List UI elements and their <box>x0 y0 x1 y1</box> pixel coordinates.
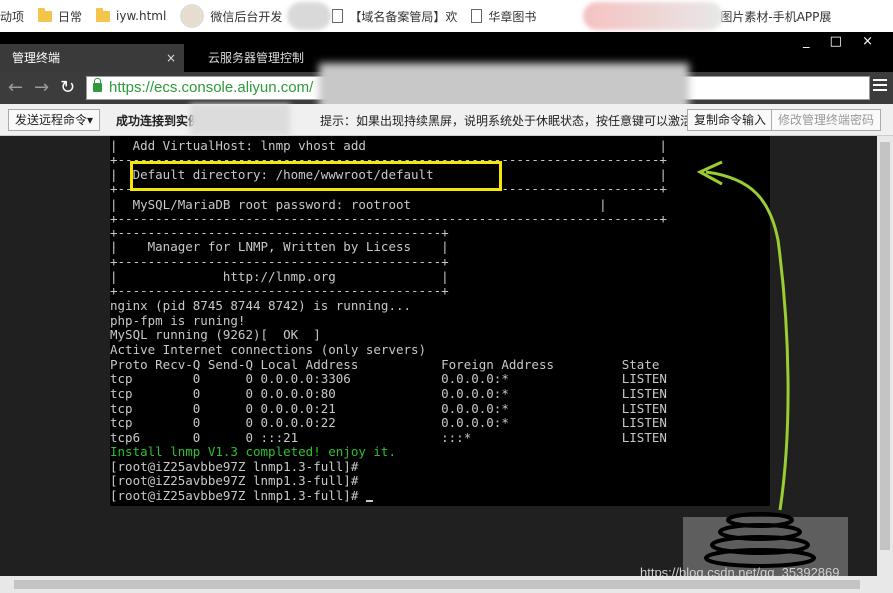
terminal-line: MySQL running (9262)[ OK ] <box>110 327 321 342</box>
menu-icon[interactable] <box>873 79 887 91</box>
bookmark-item[interactable]: 微信后台开发 <box>180 0 282 32</box>
window-controls[interactable]: _ □ × <box>803 34 881 49</box>
lock-icon <box>93 78 102 92</box>
tip-text: 提示：如果出现持续黑屏，说明系统处于休眠状态，按任意键可以激活。 <box>320 114 705 128</box>
scrollbar-thumb[interactable] <box>14 580 860 589</box>
bookmark-label: 华章图书 <box>488 9 537 24</box>
bookmarks-bar: 动项 日常 iyw.html 微信后台开发 【域名备案管局】欢 华章图书 图 图… <box>0 0 893 32</box>
bookmark-label: iyw.html <box>116 9 167 23</box>
folder-icon <box>96 7 111 22</box>
folder-icon <box>38 7 53 22</box>
address-bar[interactable]: https://ecs.console.aliyun.com/ <box>86 63 870 115</box>
tab-management-terminal[interactable]: 管理终端 × <box>0 44 184 72</box>
close-icon[interactable]: × <box>166 44 176 72</box>
reload-icon[interactable]: ↻ <box>60 78 75 98</box>
terminal-line: +---------------------------------------… <box>110 254 449 269</box>
tab-cloud-server-console[interactable]: 云服务器管理控制 <box>196 44 326 72</box>
bookmark-item[interactable]: 动项 <box>0 0 24 32</box>
change-password-button[interactable]: 修改管理终端密码 <box>771 109 882 131</box>
bookmark-label: 图片素材-手机APP展 <box>720 9 832 24</box>
tab-label: 管理终端 <box>12 51 61 65</box>
terminal-line: tcp 0 0 0.0.0.0:80 0.0.0.0:* LISTEN <box>110 386 667 401</box>
redacted-area <box>583 2 723 30</box>
back-arrow-icon[interactable]: ← <box>8 78 23 98</box>
console-toolbar: 发送远程命令▾ 成功连接到实例 提示：如果出现持续黑屏，说明系统处于休眠状态，按… <box>0 104 893 136</box>
page-icon <box>332 9 344 23</box>
terminal-line: tcp 0 0 0.0.0.0:22 0.0.0.0:* LISTEN <box>110 415 667 430</box>
bookmark-item[interactable]: 华章图书 <box>471 0 536 32</box>
redacted-area <box>190 104 290 136</box>
terminal-line: | Manager for LNMP, Written by Licess | <box>110 239 449 254</box>
bookmark-item[interactable]: 【域名备案管局】欢 <box>332 0 457 32</box>
vertical-scrollbar[interactable] <box>877 136 893 576</box>
bookmark-label: 微信后台开发 <box>210 9 283 24</box>
terminal-screen[interactable]: | Add VirtualHost: lnmp vhost add | +----… <box>110 136 770 506</box>
navigation-bar: ← → ↻ https://ecs.console.aliyun.com/ <box>0 63 893 115</box>
bookmark-label: 日常 <box>58 9 83 24</box>
scrollbar-thumb[interactable] <box>880 142 890 550</box>
terminal-line: Active Internet connections (only server… <box>110 342 427 357</box>
terminal-line: Install lnmp V1.3 completed! enjoy it. <box>110 444 396 459</box>
connection-status: 成功连接到实例 <box>116 114 201 128</box>
terminal-line: [root@iZ25avbbe97Z lnmp1.3-full]# <box>110 473 359 488</box>
tab-label: 云服务器管理控制 <box>208 51 305 65</box>
url-text: https://ecs.console.aliyun.com/ <box>109 79 314 96</box>
bookmark-item[interactable]: iyw.html <box>96 0 166 32</box>
highlight-box <box>130 161 502 191</box>
bookmark-label: 【域名备案管局】欢 <box>349 9 458 24</box>
forward-arrow-icon[interactable]: → <box>34 78 49 98</box>
terminal-line: tcp 0 0 0.0.0.0:3306 0.0.0.0:* LISTEN <box>110 371 667 386</box>
bookmark-item[interactable]: 日常 <box>38 0 82 32</box>
terminal-line: [root@iZ25avbbe97Z lnmp1.3-full]# <box>110 488 373 504</box>
avatar-icon <box>180 4 205 28</box>
terminal-cursor <box>365 499 373 502</box>
redacted-area <box>287 2 331 30</box>
terminal-line: +---------------------------------------… <box>110 283 449 298</box>
bookmark-label: 动项 <box>0 9 25 24</box>
copy-command-button[interactable]: 复制命令输入 <box>687 109 774 131</box>
page-icon <box>471 9 483 23</box>
horizontal-scrollbar[interactable] <box>0 576 893 593</box>
terminal-line: nginx (pid 8745 8744 8742) is running... <box>110 298 412 313</box>
send-remote-command-button[interactable]: 发送远程命令▾ <box>8 109 101 131</box>
